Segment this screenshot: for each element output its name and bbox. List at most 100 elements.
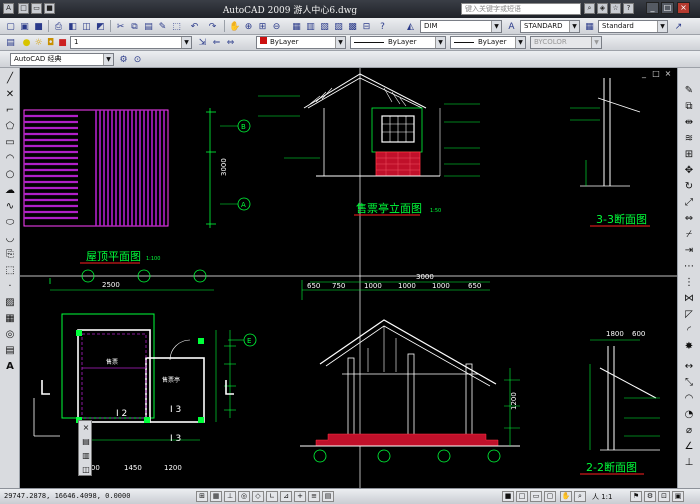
workspace-settings-icon[interactable]: ⚙ xyxy=(117,53,130,66)
dimension-linear-icon[interactable]: ↔ xyxy=(682,360,696,374)
table-style-icon[interactable]: ▦ xyxy=(583,20,596,33)
layer-previous-icon[interactable]: ⇐ xyxy=(210,36,223,49)
maximize-button[interactable]: □ xyxy=(661,2,674,14)
calculator-icon[interactable]: ⊟ xyxy=(360,20,373,33)
text-style-icon[interactable]: A xyxy=(505,20,518,33)
minimize-button[interactable]: _ xyxy=(646,2,659,14)
hatch-icon[interactable]: ▨ xyxy=(3,296,17,310)
mtext-icon[interactable]: A xyxy=(3,360,17,374)
block-editor-icon[interactable]: ⬚ xyxy=(170,20,183,33)
quickview-drawings-button[interactable]: ▢ xyxy=(544,491,556,502)
dimension-diameter-icon[interactable]: ⌀ xyxy=(682,424,696,438)
dimension-arc-icon[interactable]: ◠ xyxy=(682,392,696,406)
multileader-style-icon[interactable]: ↗ xyxy=(672,20,685,33)
3dprint-icon[interactable]: ◩ xyxy=(94,20,107,33)
layer-select[interactable]: 1 ▼ xyxy=(70,36,192,49)
point-icon[interactable]: · xyxy=(3,280,17,294)
lineweight-select[interactable]: ByLayer ▼ xyxy=(450,36,526,49)
ducs-toggle[interactable]: ⊿ xyxy=(280,491,292,502)
scale-icon[interactable]: ⤢ xyxy=(682,196,696,210)
help-toolbar-icon[interactable]: ? xyxy=(376,20,389,33)
spline-icon[interactable]: ∿ xyxy=(3,200,17,214)
model-tab-button[interactable]: ■ xyxy=(502,491,514,502)
drawing-canvas[interactable]: 屋顶平面图 1:100 售票亭立面图 1:50 3-3断面图 2-2断面图 30… xyxy=(20,68,677,488)
dimension-radius-icon[interactable]: ◔ xyxy=(682,408,696,422)
trim-icon[interactable]: ⌿ xyxy=(682,228,696,242)
dim-style-icon[interactable]: ◭ xyxy=(404,20,417,33)
break-icon[interactable]: ⋮ xyxy=(682,276,696,290)
linetype-select[interactable]: ByLayer ▼ xyxy=(350,36,446,49)
chamfer-icon[interactable]: ◸ xyxy=(682,308,696,322)
dimension-angular-icon[interactable]: ∠ xyxy=(682,440,696,454)
polygon-icon[interactable]: ⬠ xyxy=(3,120,17,134)
save-file-icon[interactable]: ■ xyxy=(32,20,45,33)
make-current-layer-icon[interactable]: ⇲ xyxy=(196,36,209,49)
layer-manager-icon[interactable]: ▤ xyxy=(4,36,17,49)
construction-line-icon[interactable]: ✕ xyxy=(3,88,17,102)
match-prop-icon[interactable]: ✎ xyxy=(156,20,169,33)
drawing-restore-button[interactable]: □ xyxy=(651,70,661,79)
pan-icon[interactable]: ✋ xyxy=(228,20,241,33)
favorites-icon[interactable]: ☆ xyxy=(610,3,621,14)
plotstyle-select[interactable]: BYCOLOR ▼ xyxy=(530,36,602,49)
sheet-set-icon[interactable]: ▨ xyxy=(332,20,345,33)
toolbar-tool-icon[interactable]: ▥ xyxy=(79,449,93,463)
fillet-icon[interactable]: ◜ xyxy=(682,324,696,338)
workspace-select[interactable]: AutoCAD 经典 ▼ xyxy=(10,53,114,66)
pan-status-icon[interactable]: ✋ xyxy=(560,491,572,502)
design-center-icon[interactable]: ▥ xyxy=(304,20,317,33)
close-button[interactable]: × xyxy=(677,2,690,14)
table-icon[interactable]: ▤ xyxy=(3,344,17,358)
polyline-icon[interactable]: ⌐ xyxy=(3,104,17,118)
open-file-icon[interactable]: ▣ xyxy=(18,20,31,33)
properties-icon[interactable]: ▦ xyxy=(290,20,303,33)
clean-screen-icon[interactable]: ▣ xyxy=(672,491,684,502)
revcloud-icon[interactable]: ☁ xyxy=(3,184,17,198)
toolbar-tool-icon[interactable]: ▤ xyxy=(79,435,93,449)
rectangle-icon[interactable]: ▭ xyxy=(3,136,17,150)
extend-icon[interactable]: ⇥ xyxy=(682,244,696,258)
plot-icon[interactable]: ⎙ xyxy=(52,20,65,33)
gradient-icon[interactable]: ▦ xyxy=(3,312,17,326)
qp-toggle[interactable]: ▤ xyxy=(322,491,334,502)
region-icon[interactable]: ◎ xyxy=(3,328,17,342)
stretch-icon[interactable]: ⇔ xyxy=(682,212,696,226)
polar-toggle[interactable]: ◎ xyxy=(238,491,250,502)
explode-icon[interactable]: ✸ xyxy=(682,340,696,354)
help-icon[interactable]: ? xyxy=(623,3,634,14)
preview-icon[interactable]: ◧ xyxy=(66,20,79,33)
copy-icon[interactable]: ⧉ xyxy=(128,20,141,33)
drawing-minimize-button[interactable]: _ xyxy=(639,70,649,79)
rotate-icon[interactable]: ↻ xyxy=(682,180,696,194)
tool-palettes-icon[interactable]: ▧ xyxy=(318,20,331,33)
close-icon[interactable]: × xyxy=(79,421,93,435)
quickview-layouts-button[interactable]: ▭ xyxy=(530,491,542,502)
join-icon[interactable]: ⋈ xyxy=(682,292,696,306)
circle-icon[interactable]: ○ xyxy=(3,168,17,182)
line-icon[interactable]: ╱ xyxy=(3,72,17,86)
grid-toggle[interactable]: ▦ xyxy=(210,491,222,502)
annotation-visibility-icon[interactable]: ⚑ xyxy=(630,491,642,502)
lock-icon[interactable]: ⊡ xyxy=(658,491,670,502)
array-icon[interactable]: ⊞ xyxy=(682,148,696,162)
snap-toggle[interactable]: ⊞ xyxy=(196,491,208,502)
osnap-toggle[interactable]: ◇ xyxy=(252,491,264,502)
arc-icon[interactable]: ◠ xyxy=(3,152,17,166)
annotation-scale[interactable]: 人 1:1 xyxy=(592,492,613,502)
text-style-select[interactable]: STANDARD ▼ xyxy=(520,20,580,33)
cut-icon[interactable]: ✂ xyxy=(114,20,127,33)
layout-tab-button[interactable]: □ xyxy=(516,491,528,502)
make-block-icon[interactable]: ⬚ xyxy=(3,264,17,278)
dimension-baseline-icon[interactable]: ⊥ xyxy=(682,456,696,470)
lwt-toggle[interactable]: ≡ xyxy=(308,491,320,502)
move-icon[interactable]: ✥ xyxy=(682,164,696,178)
zoom-previous-icon[interactable]: ⊖ xyxy=(270,20,283,33)
layer-state-icon[interactable]: ⇔ xyxy=(224,36,237,49)
dim-style-select[interactable]: DIM ▼ xyxy=(420,20,502,33)
dyn-toggle[interactable]: + xyxy=(294,491,306,502)
ellipse-arc-icon[interactable]: ◡ xyxy=(3,232,17,246)
new-icon[interactable]: ▢ xyxy=(4,20,17,33)
redo-icon[interactable]: ↷ xyxy=(206,20,219,33)
erase-icon[interactable]: ✎ xyxy=(682,84,696,98)
search-input[interactable]: 键入关键字或短语 xyxy=(461,3,581,15)
